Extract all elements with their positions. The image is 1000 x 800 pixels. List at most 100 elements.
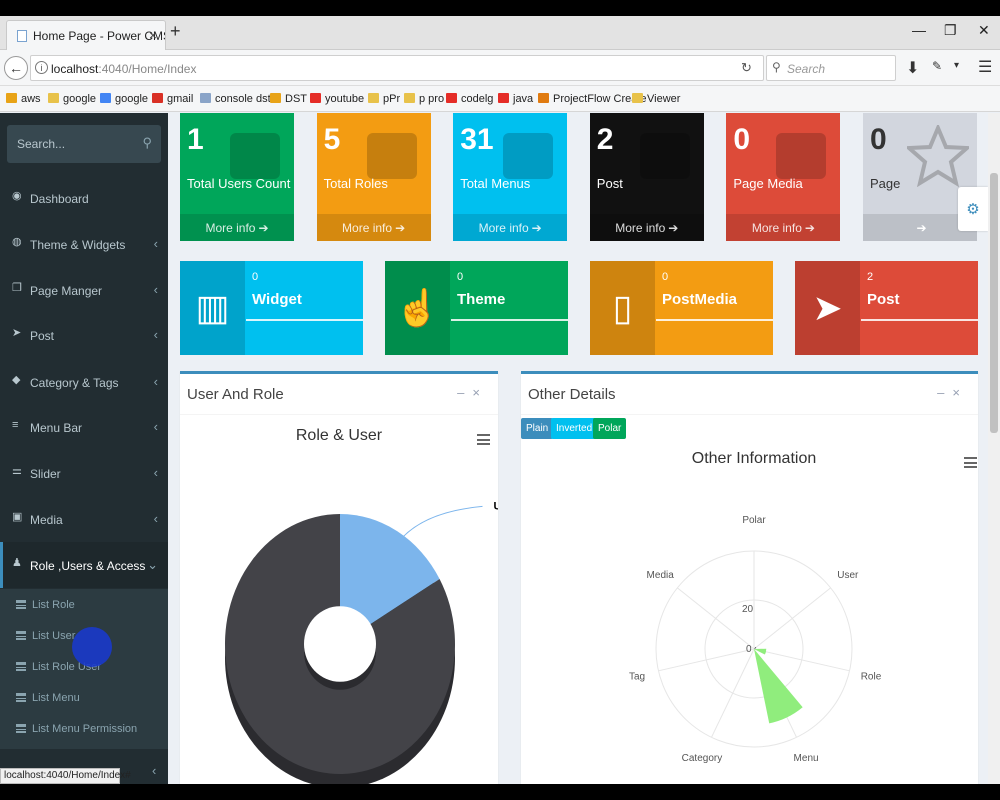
- polar-button[interactable]: Polar: [593, 418, 627, 439]
- sidebar-item-label: Post: [30, 329, 55, 343]
- address-bar[interactable]: i localhost:4040/Home/Index ↻: [30, 55, 764, 81]
- menu-icon[interactable]: ☰: [978, 57, 992, 77]
- close-window-icon[interactable]: ✕: [978, 22, 990, 39]
- paper-plane-icon: ➤: [795, 261, 860, 355]
- restore-icon[interactable]: ❐: [944, 22, 957, 39]
- sidebar-subitem-label: List Menu Permission: [32, 723, 138, 735]
- bookmark-item[interactable]: pPr: [368, 93, 400, 105]
- extension-icon[interactable]: ✎: [932, 59, 942, 73]
- close-icon[interactable]: ×: [952, 385, 968, 400]
- thumbs-up-icon: ☝: [385, 261, 450, 355]
- info-count: 0: [252, 271, 259, 283]
- minimize-icon[interactable]: –: [937, 385, 952, 400]
- sidebar-item[interactable]: ≡ Menu Bar ‹: [0, 404, 168, 450]
- reload-icon[interactable]: ↻: [741, 60, 752, 76]
- sidebar-item[interactable]: ❐ Page Manger ‹: [0, 267, 168, 313]
- bookmark-item[interactable]: codelg: [446, 93, 493, 105]
- new-tab-icon[interactable]: +: [170, 21, 181, 42]
- bookmark-item[interactable]: DST: [270, 93, 307, 105]
- sidebar-item[interactable]: ♟ Role ,Users & Access ⌄: [0, 542, 168, 588]
- bookmark-item[interactable]: google: [100, 93, 148, 105]
- more-info-link[interactable]: More info ➔: [726, 214, 841, 241]
- bookmark-icon: [48, 93, 59, 103]
- sidebar-item[interactable]: ◍ Theme & Widgets ‹: [0, 221, 168, 267]
- minimize-icon[interactable]: –: [457, 385, 472, 400]
- globe-icon: ◍: [12, 236, 22, 248]
- image-icon: ▣: [12, 511, 23, 523]
- info-label: PostMedia: [662, 291, 738, 308]
- bookmark-label: google: [115, 93, 149, 105]
- minimize-icon[interactable]: —: [912, 22, 926, 38]
- more-info-link[interactable]: More info ➔: [589, 214, 704, 241]
- sidebar-search-input[interactable]: Search... ⚲: [7, 125, 161, 163]
- bookmark-label: java: [513, 93, 534, 105]
- stat-label: Post: [596, 176, 623, 191]
- bookmark-item[interactable]: java: [498, 93, 533, 105]
- more-info-link[interactable]: More info ➔: [316, 214, 431, 241]
- sidebar-subitem[interactable]: List Role: [0, 599, 168, 611]
- download-icon[interactable]: ⬇: [906, 58, 919, 78]
- url-host: localhost: [51, 62, 99, 76]
- newspaper-icon: [361, 125, 423, 187]
- sidebar-item[interactable]: ◆ Category & Tags ‹: [0, 359, 168, 405]
- inverted-button[interactable]: Inverted: [551, 418, 598, 439]
- sidebar-item-label: Category & Tags: [30, 376, 119, 390]
- pie-label-connector: [402, 505, 483, 538]
- sidebar-item[interactable]: ▣ Media ‹: [0, 496, 168, 542]
- bookmark-item[interactable]: p pro: [404, 93, 444, 105]
- more-info-link[interactable]: More info ➔: [180, 214, 294, 241]
- sidebar-item-label: Media: [30, 513, 63, 527]
- sidebar-item[interactable]: ◉ Dashboard: [0, 175, 168, 221]
- polar-category-label: Role: [861, 672, 882, 683]
- main-content: 1 Total Users Count More info ➔ 5 Total Roles…: [168, 113, 988, 784]
- bookmark-item[interactable]: youtube: [310, 93, 364, 105]
- sidebar-subitem[interactable]: List Menu Permission: [0, 723, 168, 735]
- polar-category-label: Category: [682, 753, 723, 764]
- close-tab-icon[interactable]: ×: [149, 27, 157, 43]
- more-info-link[interactable]: More info ➔: [453, 214, 568, 241]
- info-icon[interactable]: i: [35, 61, 48, 74]
- bookmark-item[interactable]: Viewer: [632, 93, 680, 105]
- chart-menu-icon[interactable]: [964, 457, 977, 468]
- stat-value: 1: [187, 123, 204, 156]
- polar-tick-label: 0: [746, 644, 752, 655]
- sidebar-item[interactable]: ⚌ Slider ‹: [0, 450, 168, 496]
- stat-value: 5: [323, 123, 341, 156]
- bookmark-item[interactable]: gmail: [152, 93, 193, 105]
- polar-chart: Polar User Role Menu Category Tag Media 0 20: [629, 515, 882, 764]
- search-icon[interactable]: ⚲: [142, 135, 152, 151]
- sliders-icon: ⚌: [12, 465, 22, 477]
- panel-title: Other Details: [528, 386, 616, 403]
- play-icon: [497, 125, 559, 187]
- bookmark-item[interactable]: console dst: [200, 93, 271, 105]
- sidebar-item-label: Page Manger: [30, 284, 103, 298]
- back-arrow-icon[interactable]: ←: [4, 56, 28, 80]
- bookmark-label: Viewer: [647, 93, 681, 105]
- plain-button[interactable]: Plain: [521, 418, 554, 439]
- bookmark-item[interactable]: aws: [6, 93, 41, 105]
- progress-bar: [656, 319, 773, 321]
- list-icon: [16, 724, 26, 733]
- page-scrollbar[interactable]: [988, 113, 1000, 784]
- stat-box: 5 Total Roles More info ➔: [316, 113, 431, 241]
- browser-tab[interactable]: Home Page - Power CMS ... ×: [6, 20, 166, 50]
- sidebar-item[interactable]: ➤ Post ‹: [0, 312, 168, 358]
- polar-category-label: Tag: [629, 672, 645, 683]
- sidebar-item-label: Menu Bar: [30, 421, 83, 435]
- bookmark-item[interactable]: ProjectFlow Create: [538, 93, 647, 105]
- bookmark-icon: [404, 93, 415, 103]
- info-box: ▥ 0 Widget: [180, 261, 363, 355]
- browser-search-input[interactable]: ⚲ Search: [766, 55, 896, 81]
- bookmark-icon: [498, 93, 509, 103]
- bars-icon: ≡: [12, 419, 19, 431]
- sidebar-search-placeholder: Search...: [17, 137, 66, 151]
- more-info-label: More info: [478, 221, 529, 235]
- settings-gear-icon[interactable]: ⚙: [958, 187, 988, 231]
- polar-spoke: [753, 587, 831, 650]
- dropdown-icon[interactable]: ▾: [954, 60, 959, 71]
- bookmarks-bar: aws google google gmail console dst DST youtub…: [0, 86, 1000, 112]
- chart-menu-icon[interactable]: [477, 434, 490, 445]
- bookmark-item[interactable]: google: [48, 93, 96, 105]
- sidebar-subitem[interactable]: List Menu: [0, 692, 168, 704]
- close-icon[interactable]: ×: [472, 385, 488, 400]
